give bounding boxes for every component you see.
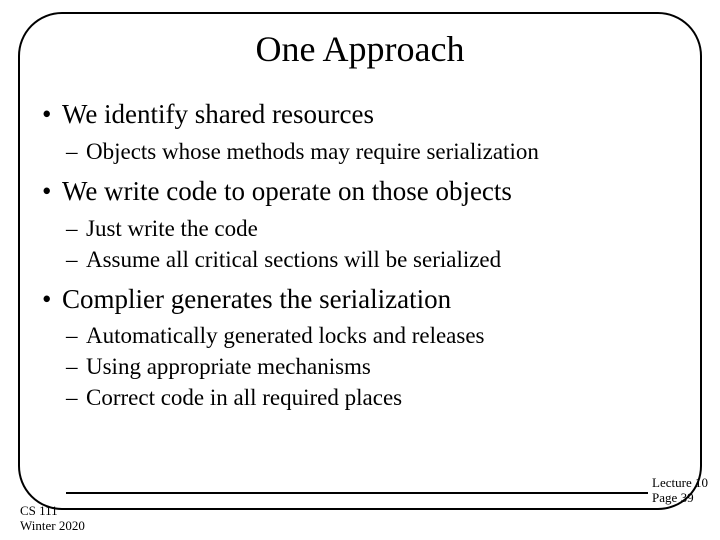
bullet-3-sub-2: Using appropriate mechanisms	[42, 351, 678, 382]
bullet-2-sub-1: Just write the code	[42, 213, 678, 244]
bullet-3-sub-3: Correct code in all required places	[42, 382, 678, 413]
slide-title: One Approach	[42, 28, 678, 70]
bullet-2: We write code to operate on those object…	[42, 175, 678, 209]
bullet-list: We identify shared resources Objects who…	[42, 98, 678, 414]
bullet-3: Complier generates the serialization	[42, 283, 678, 317]
bullet-3-sub-1: Automatically generated locks and releas…	[42, 320, 678, 351]
footer-term: Winter 2020	[20, 518, 85, 534]
footer-right: Lecture 10 Page 39	[652, 475, 708, 506]
bullet-1: We identify shared resources	[42, 98, 678, 132]
bullet-2-sub-2: Assume all critical sections will be ser…	[42, 244, 678, 275]
footer-left: CS 111 Winter 2020	[20, 503, 85, 534]
footer-rule	[66, 492, 648, 494]
footer-page: Page 39	[652, 490, 708, 506]
bullet-1-sub-1: Objects whose methods may require serial…	[42, 136, 678, 167]
slide-frame: One Approach We identify shared resource…	[18, 12, 702, 510]
footer-lecture: Lecture 10	[652, 475, 708, 491]
footer-course: CS 111	[20, 503, 85, 519]
